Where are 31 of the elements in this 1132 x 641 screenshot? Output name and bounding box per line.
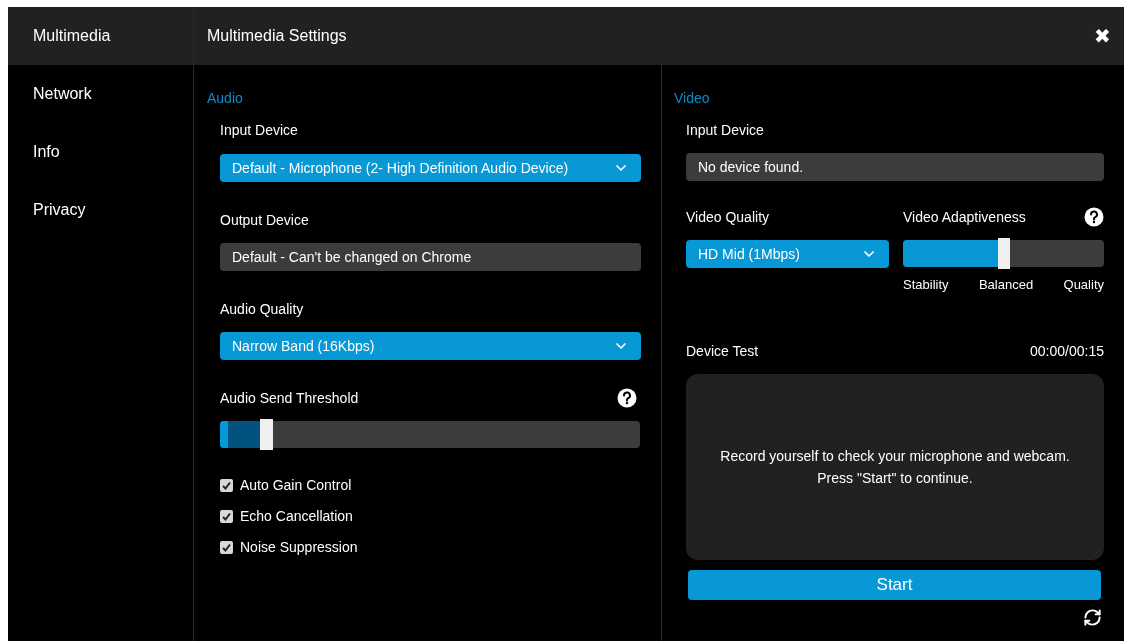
readonly-field: No device found. [686,153,1104,181]
help-icon[interactable] [1084,207,1104,227]
tick-label: Quality [1063,276,1104,294]
checkbox[interactable] [220,479,233,492]
tick-label: Stability [903,276,949,294]
field-label: Video Quality [686,208,770,227]
field-label: Audio Quality [220,300,305,319]
instruction-text: Press "Start" to continue. [817,468,973,488]
readonly-field: Default - Can't be changed on Chrome [220,243,641,271]
checkbox-label: Auto Gain Control [240,476,352,495]
field-label: Input Device [686,121,765,140]
field-label: Video Adaptiveness [903,207,1026,227]
refresh-icon[interactable] [1083,607,1102,627]
sidebar-item[interactable]: Multimedia [8,7,193,65]
checkbox[interactable] [220,541,233,554]
field-label: Input Device [220,121,299,140]
timer: 00:00/00:15 [1030,341,1104,361]
checkbox-label: Echo Cancellation [240,507,353,526]
checkbox-label: Noise Suppression [240,538,358,557]
field-label: Output Device [220,211,310,230]
instruction-text: Record yourself to check your microphone and webcam. [720,446,1070,466]
field-label: Device Test [686,341,759,361]
section-heading: Video [674,89,711,108]
help-icon[interactable] [617,388,637,408]
close-button[interactable]: ✖ [1094,26,1111,46]
tick-label: Balanced [978,276,1034,294]
section-heading: Audio [207,89,244,108]
slider-thumb[interactable] [260,419,274,450]
window-title: Multimedia Settings [207,26,347,46]
checkbox[interactable] [220,510,233,523]
field-label: Audio Send Threshold [220,388,359,408]
